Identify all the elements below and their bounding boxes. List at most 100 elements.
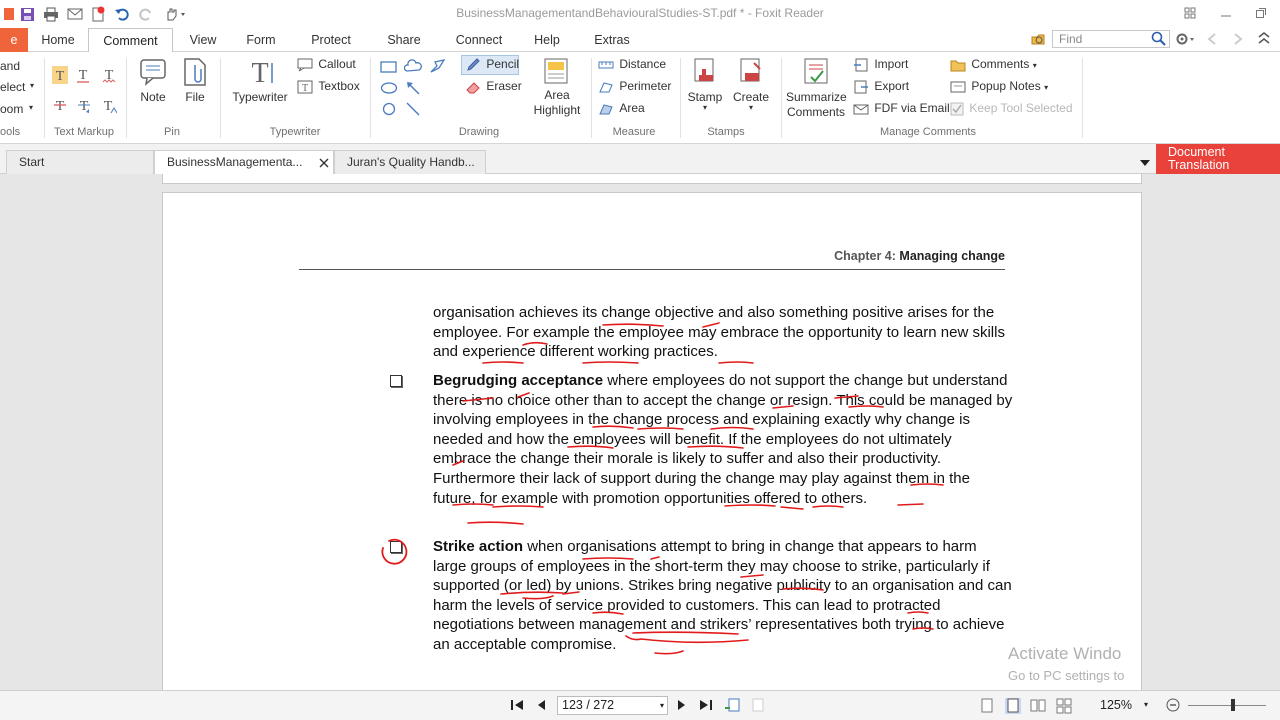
strikeout-text-icon[interactable]: T bbox=[53, 96, 67, 117]
insert-text-icon[interactable]: T bbox=[101, 96, 118, 117]
squiggly-text-icon[interactable]: T bbox=[102, 66, 116, 87]
zoom-tool-button[interactable]: oom bbox=[0, 102, 23, 116]
svg-text:T: T bbox=[56, 99, 65, 114]
keep-tool-selected-label: Keep Tool Selected bbox=[969, 101, 1073, 115]
area-highlight-button[interactable]: Area Highlight bbox=[530, 57, 584, 118]
note-button[interactable]: Note bbox=[137, 57, 169, 104]
zoom-dropdown-icon[interactable]: ▾ bbox=[29, 103, 33, 112]
tab-list-dropdown-icon[interactable] bbox=[1139, 156, 1151, 170]
comments-dropdown-button[interactable]: Comments ▾ bbox=[950, 57, 1037, 72]
pencil-annotations[interactable] bbox=[163, 193, 1143, 690]
cloud-tool-icon[interactable] bbox=[403, 59, 422, 76]
export-button[interactable]: Export bbox=[853, 79, 909, 94]
maximize-button[interactable] bbox=[1250, 3, 1272, 23]
zoom-dropdown-icon[interactable]: ▾ bbox=[1144, 700, 1148, 709]
ribbon-tab-bar: e Home Comment View Form Protect Share C… bbox=[0, 28, 1280, 53]
tell-me-icon[interactable] bbox=[1030, 31, 1046, 50]
last-page-icon[interactable] bbox=[699, 698, 713, 715]
line-tool-icon[interactable] bbox=[404, 101, 422, 120]
arrow-tool-icon[interactable] bbox=[404, 80, 422, 99]
perimeter-button[interactable]: Perimeter bbox=[598, 79, 671, 94]
svg-text:T: T bbox=[79, 68, 88, 83]
first-page-icon[interactable] bbox=[510, 698, 524, 715]
replace-text-icon[interactable]: T bbox=[77, 96, 91, 117]
annotation-stroke bbox=[452, 503, 494, 506]
continuous-view-icon[interactable] bbox=[1005, 698, 1021, 717]
tab-share[interactable]: Share bbox=[382, 28, 426, 52]
annotation-stroke bbox=[452, 460, 464, 466]
document-translation-button[interactable]: Document Translation bbox=[1156, 144, 1280, 174]
settings-gear-icon[interactable] bbox=[1175, 31, 1197, 50]
ribbon-options-icon[interactable] bbox=[1179, 3, 1201, 23]
create-stamp-button[interactable]: Create ▾ bbox=[731, 57, 771, 112]
tab-view[interactable]: View bbox=[182, 28, 224, 52]
tab-form[interactable]: Form bbox=[240, 28, 282, 52]
select-dropdown-icon[interactable]: ▾ bbox=[30, 81, 34, 90]
search-icon[interactable] bbox=[1151, 31, 1167, 50]
zoom-slider-thumb[interactable] bbox=[1231, 699, 1235, 711]
forward-arrow-icon bbox=[1231, 32, 1245, 49]
keep-tool-selected-checkbox[interactable]: Keep Tool Selected bbox=[950, 101, 1073, 116]
annotation-stroke bbox=[834, 395, 859, 399]
group-label-typewriter: Typewriter bbox=[269, 126, 321, 138]
single-page-view-icon[interactable] bbox=[980, 698, 994, 717]
doc-tab-start[interactable]: Start bbox=[6, 150, 154, 174]
annotation-stroke bbox=[582, 557, 634, 560]
distance-button[interactable]: Distance bbox=[598, 57, 666, 72]
next-page-icon[interactable] bbox=[676, 698, 688, 715]
summarize-comments-button[interactable]: Summarize Comments bbox=[786, 57, 847, 120]
svg-text:T: T bbox=[302, 83, 308, 94]
continuous-facing-view-icon[interactable] bbox=[1056, 698, 1072, 717]
stamp-button[interactable]: Stamp ▾ bbox=[685, 57, 725, 112]
circle-tool-icon[interactable] bbox=[380, 102, 398, 119]
file-attachment-button[interactable]: File bbox=[180, 57, 210, 104]
textbox-button[interactable]: T Textbox bbox=[297, 79, 360, 94]
zoom-out-icon[interactable] bbox=[1165, 697, 1181, 716]
title-bar: BusinessManagementandBehaviouralStudies-… bbox=[0, 0, 1280, 28]
area-measure-button[interactable]: Area bbox=[598, 101, 645, 116]
page-number-input[interactable]: 123 / 272 ▾ bbox=[557, 696, 668, 715]
tab-connect[interactable]: Connect bbox=[452, 28, 506, 52]
close-tab-icon[interactable] bbox=[318, 157, 330, 172]
tab-help[interactable]: Help bbox=[532, 28, 562, 52]
popup-notes-button[interactable]: Popup Notes ▾ bbox=[950, 79, 1048, 94]
fdf-email-button[interactable]: FDF via Email bbox=[853, 101, 950, 116]
area-label: Area bbox=[544, 88, 570, 102]
svg-text:T: T bbox=[56, 69, 65, 84]
tab-extras[interactable]: Extras bbox=[590, 28, 634, 52]
facing-view-icon[interactable] bbox=[1030, 698, 1046, 717]
hand-tool-button[interactable]: and bbox=[0, 59, 20, 73]
tab-file[interactable]: e bbox=[0, 28, 28, 52]
page-dropdown-icon[interactable]: ▾ bbox=[660, 697, 664, 714]
annotation-stroke bbox=[625, 635, 749, 644]
callout-button[interactable]: Callout bbox=[297, 57, 356, 72]
previous-page-icon[interactable] bbox=[535, 698, 547, 715]
typewriter-button[interactable]: T Typewriter bbox=[229, 57, 291, 104]
import-button[interactable]: Import bbox=[853, 57, 908, 72]
minimize-button[interactable] bbox=[1215, 3, 1237, 23]
oval-tool-icon[interactable] bbox=[380, 81, 398, 98]
tab-home[interactable]: Home bbox=[37, 28, 79, 52]
zoom-slider-track[interactable] bbox=[1188, 705, 1266, 706]
tab-comment[interactable]: Comment bbox=[88, 28, 173, 53]
stamp-icon bbox=[694, 58, 714, 82]
underline-text-icon[interactable]: T bbox=[76, 66, 90, 87]
tab-protect[interactable]: Protect bbox=[306, 28, 356, 52]
eraser-button[interactable]: Eraser bbox=[465, 79, 522, 95]
document-viewer[interactable]: Chapter 4: Managing change organisation … bbox=[0, 174, 1280, 690]
distance-icon bbox=[598, 61, 614, 69]
rectangle-tool-icon[interactable] bbox=[380, 60, 398, 77]
pencil-button[interactable]: Pencil bbox=[465, 57, 519, 73]
zoom-level[interactable]: 125% bbox=[1100, 698, 1132, 712]
doc-tab-business-management[interactable]: BusinessManagementa... bbox=[154, 150, 334, 174]
polygon-tool-icon[interactable] bbox=[429, 58, 447, 77]
import-label: Import bbox=[874, 57, 909, 71]
expand-ribbon-icon[interactable] bbox=[1256, 31, 1272, 50]
eraser-label: Eraser bbox=[486, 79, 522, 94]
textbox-label: Textbox bbox=[318, 79, 360, 93]
select-tool-button[interactable]: elect bbox=[0, 80, 25, 94]
pdf-page[interactable]: Chapter 4: Managing change organisation … bbox=[162, 192, 1142, 690]
previous-view-icon[interactable] bbox=[724, 698, 742, 717]
highlight-text-icon[interactable]: T bbox=[52, 66, 68, 87]
doc-tab-jurans-quality[interactable]: Juran's Quality Handb... bbox=[334, 150, 486, 174]
